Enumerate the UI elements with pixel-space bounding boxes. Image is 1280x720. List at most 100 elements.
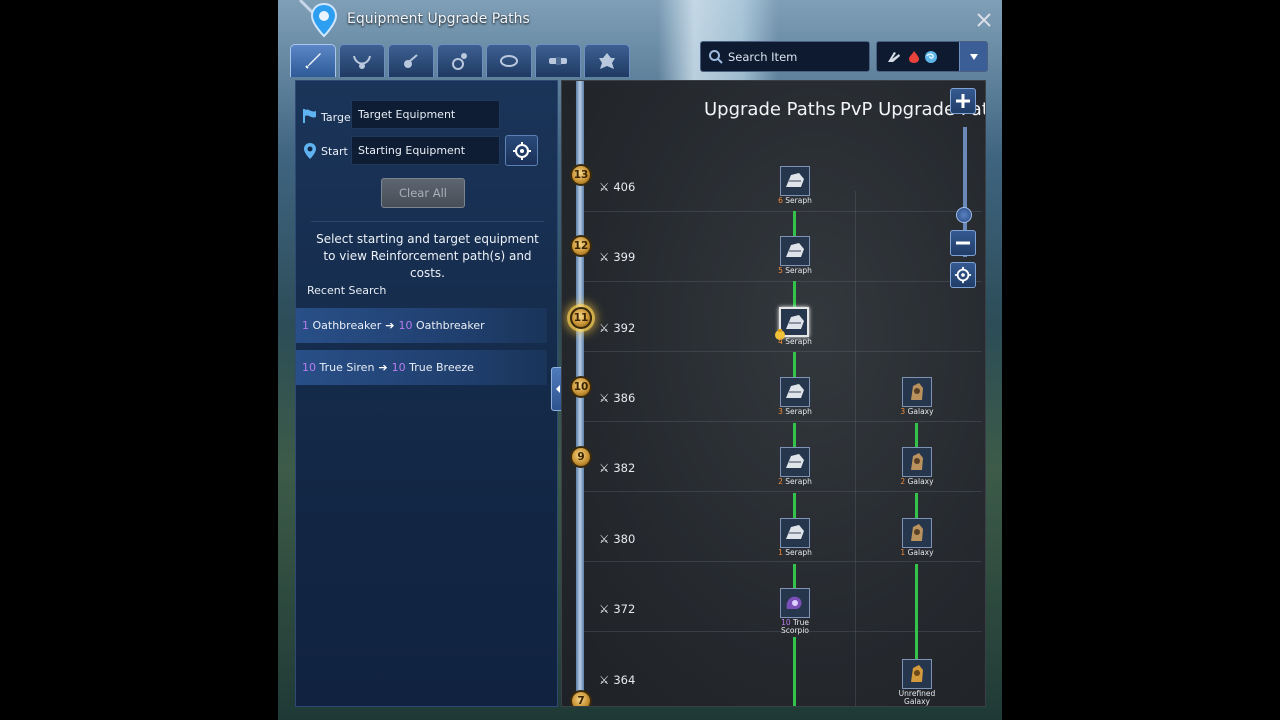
recent-search-heading: Recent Search <box>307 284 387 297</box>
level-coin-selected[interactable]: 11 <box>570 307 592 329</box>
attack-power: 372 <box>613 602 636 616</box>
tab-earring[interactable] <box>388 44 434 77</box>
from-level: 10 <box>302 361 316 374</box>
attack-power: 382 <box>613 461 636 475</box>
tab-weapon[interactable] <box>290 44 336 77</box>
sword-icon <box>305 53 321 69</box>
node-label: 4 Seraph <box>778 337 812 346</box>
seraph-weapon-node[interactable] <box>780 166 810 196</box>
level-coin[interactable]: 9 <box>570 446 592 468</box>
galaxy-weapon-node[interactable] <box>902 377 932 407</box>
necklace-icon <box>353 55 371 69</box>
tab-necklace[interactable] <box>339 44 385 77</box>
scorpio-weapon-icon <box>786 596 802 609</box>
chevron-down-icon <box>969 53 978 60</box>
attack-power: 386 <box>613 391 636 405</box>
attack-power-row: ⚔ 364 <box>599 673 635 687</box>
equipment-upgrade-window: Equipment Upgrade Paths Search Item Targ… <box>280 0 1000 720</box>
attack-power-row: ⚔ 406 <box>599 180 635 194</box>
path-link <box>793 281 796 307</box>
recent-search-item[interactable]: 10 True Siren ➔ 10 True Breeze <box>296 350 547 385</box>
gauntlet-icon <box>888 52 900 62</box>
earring-icon <box>404 54 418 68</box>
crossed-swords-icon: ⚔ <box>599 180 610 194</box>
close-button[interactable] <box>974 10 994 30</box>
crossed-swords-icon: ⚔ <box>599 461 610 475</box>
crosshair-icon <box>954 266 972 284</box>
belt-icon <box>549 57 567 65</box>
upgrade-path-graph: Upgrade Paths PvP Upgrade Path 13 12 11 … <box>561 80 986 707</box>
titlebar: Equipment Upgrade Paths <box>280 0 1000 42</box>
seraph-weapon-icon <box>786 525 804 539</box>
node-label: 1 Seraph <box>778 548 812 557</box>
bracelet-icon <box>500 55 518 67</box>
node-label: 1 Galaxy <box>900 548 934 557</box>
level-coin[interactable]: 13 <box>570 164 592 186</box>
seraph-weapon-node[interactable] <box>780 518 810 548</box>
seraph-weapon-icon <box>786 384 804 398</box>
seraph-weapon-node[interactable] <box>780 377 810 407</box>
seraph-weapon-icon <box>786 243 804 257</box>
true-scorpio-node[interactable] <box>780 588 810 618</box>
instruction-text: Select starting and target equipment to … <box>316 232 539 280</box>
target-label: Target <box>321 111 356 124</box>
path-link <box>793 211 796 237</box>
path-link <box>793 423 796 449</box>
zoom-slider-handle[interactable] <box>956 207 972 223</box>
search-item-input[interactable]: Search Item <box>700 41 870 72</box>
target-equipment-field[interactable]: Target Equipment <box>351 100 500 129</box>
zoom-in-button[interactable] <box>950 88 976 114</box>
divider <box>311 221 544 222</box>
locate-equipment-button[interactable] <box>505 135 538 166</box>
path-link <box>793 637 796 706</box>
unrefined-galaxy-icon <box>911 665 923 682</box>
row-divider <box>582 421 982 422</box>
arrow-right-icon: ➔ <box>385 319 395 332</box>
clear-all-button[interactable]: Clear All <box>381 178 465 208</box>
attack-power-row: ⚔ 380 <box>599 532 635 546</box>
from-level: 1 <box>302 319 309 332</box>
seraph-weapon-icon <box>786 173 804 187</box>
crossed-swords-icon: ⚔ <box>599 532 610 546</box>
recenter-button[interactable] <box>950 262 976 288</box>
crossed-swords-icon: ⚔ <box>599 250 610 264</box>
level-coin[interactable]: 12 <box>570 235 592 257</box>
starting-equipment-field[interactable]: Starting Equipment <box>351 136 500 165</box>
from-item: Oathbreaker <box>312 319 382 332</box>
ring-icon <box>452 53 467 70</box>
plus-icon <box>956 94 970 108</box>
unrefined-galaxy-node[interactable] <box>902 659 932 689</box>
attack-power-row: ⚔ 382 <box>599 461 635 475</box>
wind-element-icon <box>925 51 937 63</box>
galaxy-weapon-node[interactable] <box>902 447 932 477</box>
galaxy-weapon-node[interactable] <box>902 518 932 548</box>
path-link <box>793 352 796 378</box>
to-level: 10 <box>398 319 413 332</box>
seraph-weapon-node[interactable] <box>780 447 810 477</box>
zoom-out-button[interactable] <box>950 230 976 256</box>
recent-search-item[interactable]: 1 Oathbreaker ➔ 10 Oathbreaker <box>296 308 547 343</box>
to-level: 10 <box>391 361 406 374</box>
seraph-weapon-node[interactable] <box>780 236 810 266</box>
filter-dropdown-button[interactable] <box>959 42 987 71</box>
node-label: 3 Galaxy <box>900 407 934 416</box>
level-coin[interactable]: 10 <box>570 376 592 398</box>
start-label: Start <box>321 145 348 158</box>
node-label: 3 Seraph <box>778 407 812 416</box>
from-item: True Siren <box>319 361 375 374</box>
path-link <box>915 423 918 449</box>
path-link <box>915 493 918 519</box>
node-label: 2 Seraph <box>778 477 812 486</box>
map-pin-logo-icon <box>294 0 340 42</box>
row-divider <box>582 491 982 492</box>
level-coin[interactable]: 7 <box>570 690 592 706</box>
category-filter[interactable] <box>876 41 988 72</box>
attack-power: 364 <box>613 673 636 687</box>
tab-ring[interactable] <box>437 44 483 77</box>
tab-bracelet[interactable] <box>486 44 532 77</box>
node-label: 2 Galaxy <box>900 477 934 486</box>
tab-soul[interactable] <box>584 44 630 77</box>
tab-belt[interactable] <box>535 44 581 77</box>
search-icon <box>709 50 723 64</box>
node-label: Unrefined Galaxy <box>898 689 936 706</box>
